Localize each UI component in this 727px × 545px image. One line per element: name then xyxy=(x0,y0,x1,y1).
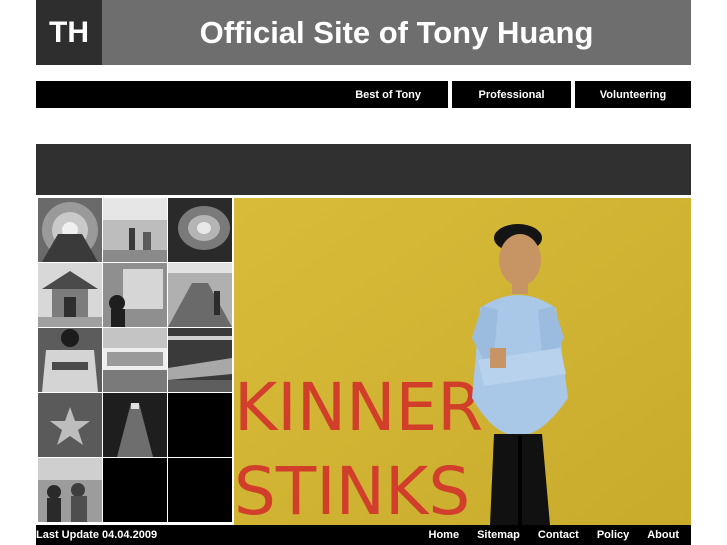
thumb-empty xyxy=(103,458,167,522)
main-nav: Best of Tony Professional Volunteering xyxy=(36,81,691,108)
nav-volunteering[interactable]: Volunteering xyxy=(575,81,691,108)
nav-best-of-tony[interactable]: Best of Tony xyxy=(36,81,448,108)
site-title: Official Site of Tony Huang xyxy=(199,14,594,50)
thumb-station[interactable] xyxy=(103,198,167,262)
graffiti-line-2: STINKS xyxy=(234,453,470,525)
thumb-group-photo[interactable] xyxy=(38,458,102,522)
nav-professional[interactable]: Professional xyxy=(452,81,571,108)
graffiti-line-1: KINNER xyxy=(234,369,483,446)
footer-link-policy[interactable]: Policy xyxy=(597,529,629,541)
photo-gallery: KINNER STINKS xyxy=(36,196,691,525)
thumb-tshirt[interactable] xyxy=(38,328,102,392)
site-logo[interactable]: TH xyxy=(36,0,102,65)
thumb-subway-hall[interactable] xyxy=(103,393,167,457)
thumb-rotunda[interactable] xyxy=(38,198,102,262)
thumb-train[interactable] xyxy=(168,328,232,392)
thumb-chinese-theatre[interactable] xyxy=(38,263,102,327)
thumb-platform[interactable] xyxy=(168,263,232,327)
footer-link-sitemap[interactable]: Sitemap xyxy=(477,529,520,541)
thumb-tunnel[interactable] xyxy=(168,198,232,262)
site-footer: Last Update 04.04.2009 Home Sitemap Cont… xyxy=(36,525,691,545)
thumb-metro-sign[interactable] xyxy=(103,328,167,392)
footer-link-home[interactable]: Home xyxy=(429,529,460,541)
main-photo: KINNER STINKS xyxy=(234,198,691,525)
thumb-walk-of-fame[interactable] xyxy=(38,393,102,457)
last-update: Last Update 04.04.2009 xyxy=(36,529,158,541)
thumb-empty xyxy=(168,458,232,522)
thumb-poster[interactable] xyxy=(103,263,167,327)
footer-link-contact[interactable]: Contact xyxy=(538,529,579,541)
site-header: TH Official Site of Tony Huang xyxy=(36,0,691,65)
thumb-empty xyxy=(168,393,232,457)
footer-link-about[interactable]: About xyxy=(647,529,679,541)
banner-strip xyxy=(36,144,691,195)
footer-links: Home Sitemap Contact Policy About xyxy=(429,525,679,545)
